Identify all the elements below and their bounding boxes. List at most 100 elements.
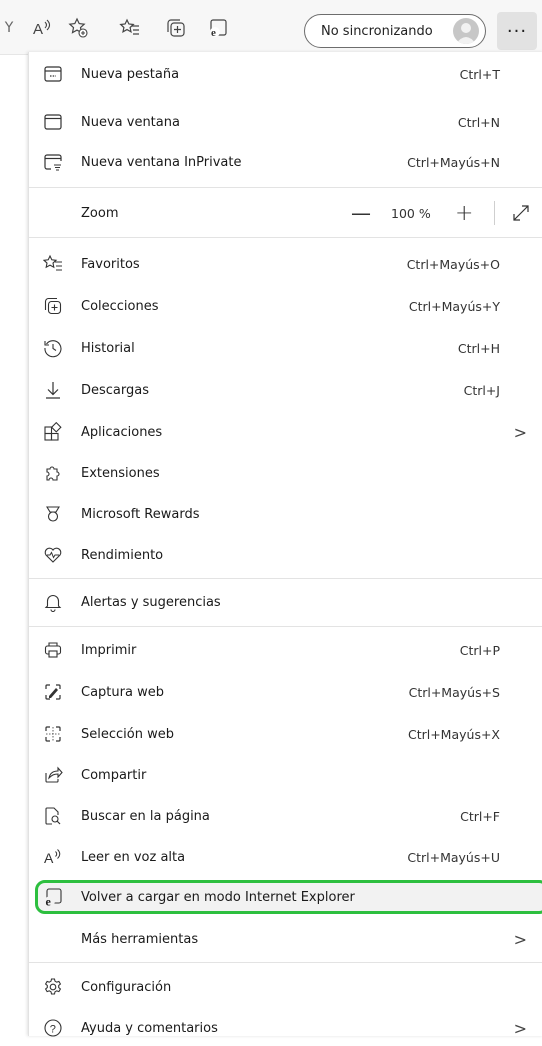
menu-item-label: Captura web <box>81 684 164 700</box>
menu-item-shortcut: Ctrl+F <box>460 808 500 824</box>
collections-icon <box>42 295 64 317</box>
settings-menu: Nueva pestaña Ctrl+T Nueva ventana Ctrl+… <box>28 52 542 1038</box>
settings-more-button[interactable]: ··· <box>497 12 537 50</box>
menu-item-label: Compartir <box>81 767 147 783</box>
zoom-out-button[interactable]: — <box>351 201 371 225</box>
favorites-toolbar-icon[interactable] <box>118 16 142 40</box>
favorites-icon <box>42 253 64 275</box>
avatar <box>453 18 479 44</box>
menu-item-label: Selección web <box>81 726 174 742</box>
web-capture-icon <box>42 681 64 703</box>
menu-item-label: Extensiones <box>81 465 160 481</box>
menu-item-label: Rendimiento <box>81 547 164 563</box>
menu-item-label: Colecciones <box>81 298 159 314</box>
menu-item-history[interactable]: Historial Ctrl+H <box>29 330 542 366</box>
menu-item-find-on-page[interactable]: Buscar en la página Ctrl+F <box>29 798 542 834</box>
sync-status-label: No sincronizando <box>321 23 433 39</box>
zoom-level: 100 % <box>391 205 431 221</box>
web-select-icon <box>42 723 64 745</box>
bell-icon <box>42 591 64 613</box>
svg-text:e: e <box>211 27 216 39</box>
menu-item-label: Volver a cargar en modo Internet Explore… <box>81 889 355 905</box>
add-favorite-toolbar-icon[interactable] <box>67 16 91 40</box>
ie-mode-icon: e <box>42 886 64 908</box>
menu-item-new-window[interactable]: Nueva ventana Ctrl+N <box>29 104 542 140</box>
menu-item-shortcut: Ctrl+Mayús+O <box>406 256 500 272</box>
menu-item-more-tools[interactable]: Más herramientas > <box>29 921 542 957</box>
menu-item-label: Historial <box>81 340 135 356</box>
menu-item-label: Configuración <box>81 979 172 995</box>
menu-item-label: Ayuda y comentarios <box>81 1020 218 1036</box>
menu-item-shortcut: Ctrl+Mayús+U <box>407 849 500 865</box>
svg-text:A: A <box>33 21 43 38</box>
download-icon <box>42 379 64 401</box>
apps-icon <box>42 421 64 443</box>
menu-item-collections[interactable]: Colecciones Ctrl+Mayús+Y <box>29 288 542 324</box>
zoom-divider <box>494 201 495 225</box>
gear-icon <box>42 976 64 998</box>
menu-item-shortcut: Ctrl+J <box>463 382 500 398</box>
menu-item-label: Más herramientas <box>81 931 199 947</box>
menu-item-shortcut: Ctrl+N <box>457 114 500 130</box>
menu-item-performance[interactable]: Rendimiento <box>29 537 542 573</box>
collections-toolbar-icon[interactable] <box>164 16 188 40</box>
menu-divider <box>29 962 542 963</box>
browser-toolbar: Y A e No sincronizando ··· <box>0 0 542 55</box>
menu-item-settings[interactable]: Configuración <box>29 969 542 1005</box>
menu-item-microsoft-rewards[interactable]: Microsoft Rewards <box>29 496 542 532</box>
menu-item-label: Nueva ventana <box>81 114 180 130</box>
svg-text:?: ? <box>50 1023 56 1035</box>
menu-item-favorites[interactable]: Favoritos Ctrl+Mayús+O <box>29 246 542 282</box>
menu-divider <box>29 187 542 188</box>
performance-icon <box>42 544 64 566</box>
menu-item-label: Nueva pestaña <box>81 66 180 82</box>
menu-divider <box>29 578 542 579</box>
chevron-right-icon: > <box>513 1018 527 1038</box>
zoom-in-button[interactable]: + <box>455 201 473 226</box>
menu-item-read-aloud[interactable]: A Leer en voz alta Ctrl+Mayús+U <box>29 839 542 875</box>
menu-divider <box>29 626 542 627</box>
address-bar-edge: Y <box>4 20 14 36</box>
menu-item-web-select[interactable]: Selección web Ctrl+Mayús+X <box>29 716 542 752</box>
menu-item-shortcut: Ctrl+Mayús+N <box>407 154 500 170</box>
menu-item-shortcut: Ctrl+P <box>459 642 500 658</box>
menu-item-web-capture[interactable]: Captura web Ctrl+Mayús+S <box>29 674 542 710</box>
menu-divider <box>29 237 542 238</box>
menu-item-label: Aplicaciones <box>81 424 163 440</box>
fullscreen-icon[interactable] <box>511 203 531 223</box>
menu-item-extensions[interactable]: Extensiones <box>29 455 542 491</box>
extensions-icon <box>42 462 64 484</box>
chevron-right-icon: > <box>513 929 527 949</box>
menu-item-label: Leer en voz alta <box>81 849 186 865</box>
read-aloud-icon: A <box>42 846 64 868</box>
menu-item-zoom: Zoom — 100 % + <box>29 195 542 231</box>
svg-text:e: e <box>46 895 52 908</box>
menu-item-share[interactable]: Compartir <box>29 757 542 793</box>
menu-item-shortcut: Ctrl+T <box>459 66 500 82</box>
sync-status-button[interactable]: No sincronizando <box>304 14 486 48</box>
menu-item-shortcut: Ctrl+Mayús+Y <box>408 298 500 314</box>
read-aloud-toolbar-icon[interactable]: A <box>30 16 54 40</box>
menu-item-downloads[interactable]: Descargas Ctrl+J <box>29 372 542 408</box>
menu-item-shortcut: Ctrl+H <box>457 340 500 356</box>
menu-item-help-feedback[interactable]: ? Ayuda y comentarios > <box>29 1010 542 1046</box>
menu-item-print[interactable]: Imprimir Ctrl+P <box>29 632 542 668</box>
history-icon <box>42 337 64 359</box>
menu-item-apps[interactable]: Aplicaciones > <box>29 414 542 450</box>
menu-item-shortcut: Ctrl+Mayús+X <box>407 726 500 742</box>
menu-item-reload-ie-mode[interactable]: e Volver a cargar en modo Internet Explo… <box>29 879 542 915</box>
menu-item-alerts[interactable]: Alertas y sugerencias <box>29 584 542 620</box>
menu-item-label: Buscar en la página <box>81 808 210 824</box>
menu-item-label: Microsoft Rewards <box>81 506 200 522</box>
menu-item-new-tab[interactable]: Nueva pestaña Ctrl+T <box>29 56 542 92</box>
menu-item-new-inprivate-window[interactable]: Nueva ventana InPrivate Ctrl+Mayús+N <box>29 144 542 180</box>
menu-item-label: Descargas <box>81 382 150 398</box>
inprivate-icon <box>42 151 64 173</box>
find-icon <box>42 805 64 827</box>
menu-item-label: Zoom <box>81 205 119 221</box>
menu-item-label: Favoritos <box>81 256 140 272</box>
print-icon <box>42 639 64 661</box>
ie-mode-toolbar-icon[interactable]: e <box>206 16 230 40</box>
rewards-icon <box>42 503 64 525</box>
share-icon <box>42 764 64 786</box>
